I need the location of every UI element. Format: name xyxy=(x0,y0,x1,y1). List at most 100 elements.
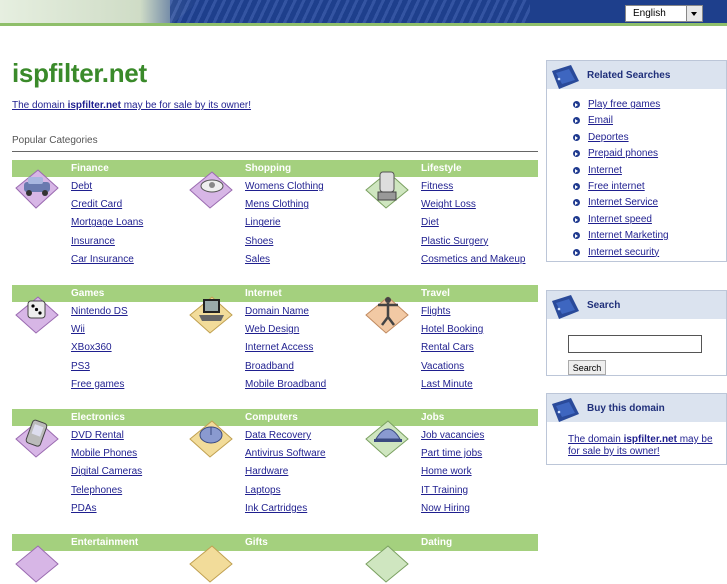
category-link[interactable]: Digital Cameras xyxy=(71,466,142,477)
category-link-item: Fitness xyxy=(421,180,526,198)
category-title: Entertainment xyxy=(71,537,139,548)
related-search-link[interactable]: Free internet xyxy=(588,181,645,192)
category-title: Games xyxy=(71,288,105,299)
category-link-item: PDAs xyxy=(71,502,142,520)
flag-icon xyxy=(552,65,579,89)
category-link[interactable]: Fitness xyxy=(421,181,453,192)
related-search-link[interactable]: Email xyxy=(588,115,613,126)
related-search-item: Internet Marketing xyxy=(573,230,669,246)
category-link[interactable]: Last Minute xyxy=(421,379,473,390)
category-title: Dating xyxy=(421,537,453,548)
category-link[interactable]: Telephones xyxy=(71,485,122,496)
category-link[interactable]: Ink Cartridges xyxy=(245,503,307,514)
category-link[interactable]: Flights xyxy=(421,306,450,317)
entertainment-icon xyxy=(15,545,59,583)
banner-accent-line xyxy=(0,23,727,26)
category-link-item: Nintendo DS xyxy=(71,305,128,323)
top-banner: English xyxy=(0,0,727,26)
related-search-link[interactable]: Internet xyxy=(588,165,622,176)
category-link-item: Broadband xyxy=(245,360,326,378)
related-search-link[interactable]: Internet Service xyxy=(588,197,658,208)
related-search-link[interactable]: Internet security xyxy=(588,247,659,258)
category-link[interactable]: Mens Clothing xyxy=(245,199,309,210)
search-input[interactable] xyxy=(568,335,702,353)
category-link[interactable]: Nintendo DS xyxy=(71,306,128,317)
category-link-item: Web Design xyxy=(245,323,326,341)
category-link-item: Insurance xyxy=(71,235,143,253)
category-link[interactable]: Womens Clothing xyxy=(245,181,324,192)
related-search-item: Internet Service xyxy=(573,197,669,213)
category-link[interactable]: DVD Rental xyxy=(71,430,124,441)
related-search-link[interactable]: Play free games xyxy=(588,99,660,110)
category-link-item: XBox360 xyxy=(71,341,128,359)
category-link[interactable]: Mobile Phones xyxy=(71,448,137,459)
shopping-icon xyxy=(189,171,233,209)
category-link[interactable]: Insurance xyxy=(71,236,115,247)
related-search-link[interactable]: Internet speed xyxy=(588,214,652,225)
related-searches-list: Play free games Email Deportes Prepaid phon… xyxy=(573,99,669,263)
category-link[interactable]: Mobile Broadband xyxy=(245,379,326,390)
category-link[interactable]: Now Hiring xyxy=(421,503,470,514)
related-search-link[interactable]: Deportes xyxy=(588,132,629,143)
category-link-item: Hardware xyxy=(245,465,326,483)
category-link-item: Data Recovery xyxy=(245,429,326,447)
domain-sale-link[interactable]: The domain ispfilter.net may be for sale… xyxy=(12,100,251,111)
category-link[interactable]: Plastic Surgery xyxy=(421,236,488,247)
category-links: Job vacancies Part time jobs Home work IT T… xyxy=(421,429,484,520)
category-links: Domain Name Web Design Internet Access Broa… xyxy=(245,305,326,396)
category-link-item: Lingerie xyxy=(245,216,324,234)
category-link[interactable]: Rental Cars xyxy=(421,342,474,353)
category-link-item: Hotel Booking xyxy=(421,323,483,341)
category-link-item: Mobile Broadband xyxy=(245,378,326,396)
category-link[interactable]: Part time jobs xyxy=(421,448,482,459)
category-link[interactable]: Home work xyxy=(421,466,472,477)
related-searches-box: Related Searches Play free games Email Dep… xyxy=(546,60,727,262)
category-link[interactable]: Diet xyxy=(421,217,439,228)
category-link[interactable]: Weight Loss xyxy=(421,199,476,210)
category-link[interactable]: Hardware xyxy=(245,466,288,477)
category-link[interactable]: PDAs xyxy=(71,503,97,514)
pda-icon xyxy=(15,419,59,458)
category-link[interactable]: IT Training xyxy=(421,485,468,496)
popular-categories-label: Popular Categories xyxy=(12,135,98,146)
category-link[interactable]: Credit Card xyxy=(71,199,122,210)
category-link[interactable]: PS3 xyxy=(71,361,90,372)
page-title: ispfilter.net xyxy=(12,58,147,88)
category-link[interactable]: Domain Name xyxy=(245,306,309,317)
search-button[interactable]: Search xyxy=(568,360,606,375)
related-search-item: Free internet xyxy=(573,181,669,197)
category-link-item: Diet xyxy=(421,216,526,234)
category-link[interactable]: Internet Access xyxy=(245,342,313,353)
category-link[interactable]: Car Insurance xyxy=(71,254,134,265)
category-link-item: Weight Loss xyxy=(421,198,526,216)
related-search-link[interactable]: Prepaid phones xyxy=(588,148,658,159)
category-title: Finance xyxy=(71,163,109,174)
category-link[interactable]: Sales xyxy=(245,254,270,265)
category-link[interactable]: XBox360 xyxy=(71,342,112,353)
related-search-link[interactable]: Internet Marketing xyxy=(588,230,669,241)
category-link[interactable]: Web Design xyxy=(245,324,299,335)
category-link-item: Job vacancies xyxy=(421,429,484,447)
category-link[interactable]: Lingerie xyxy=(245,217,281,228)
category-link[interactable]: Hotel Booking xyxy=(421,324,483,335)
category-link[interactable]: Antivirus Software xyxy=(245,448,326,459)
category-link[interactable]: Debt xyxy=(71,181,92,192)
category-link[interactable]: Wii xyxy=(71,324,85,335)
category-title: Computers xyxy=(245,412,298,423)
category-link[interactable]: Broadband xyxy=(245,361,294,372)
category-links: Womens Clothing Mens Clothing Lingerie Shoe… xyxy=(245,180,324,271)
category-link-item: Car Insurance xyxy=(71,253,143,271)
buy-domain-link[interactable]: The domain ispfilter.net may be for sale… xyxy=(568,434,718,458)
category-link[interactable]: Vacations xyxy=(421,361,464,372)
category-link[interactable]: Laptops xyxy=(245,485,281,496)
chevron-down-icon[interactable] xyxy=(686,6,702,21)
category-link[interactable]: Data Recovery xyxy=(245,430,311,441)
category-link-item: Telephones xyxy=(71,484,142,502)
language-select[interactable]: English xyxy=(625,5,703,22)
category-link[interactable]: Cosmetics and Makeup xyxy=(421,254,526,265)
category-link[interactable]: Mortgage Loans xyxy=(71,217,143,228)
category-link[interactable]: Job vacancies xyxy=(421,430,484,441)
car-icon xyxy=(15,169,59,209)
category-link[interactable]: Free games xyxy=(71,379,124,390)
category-link[interactable]: Shoes xyxy=(245,236,273,247)
